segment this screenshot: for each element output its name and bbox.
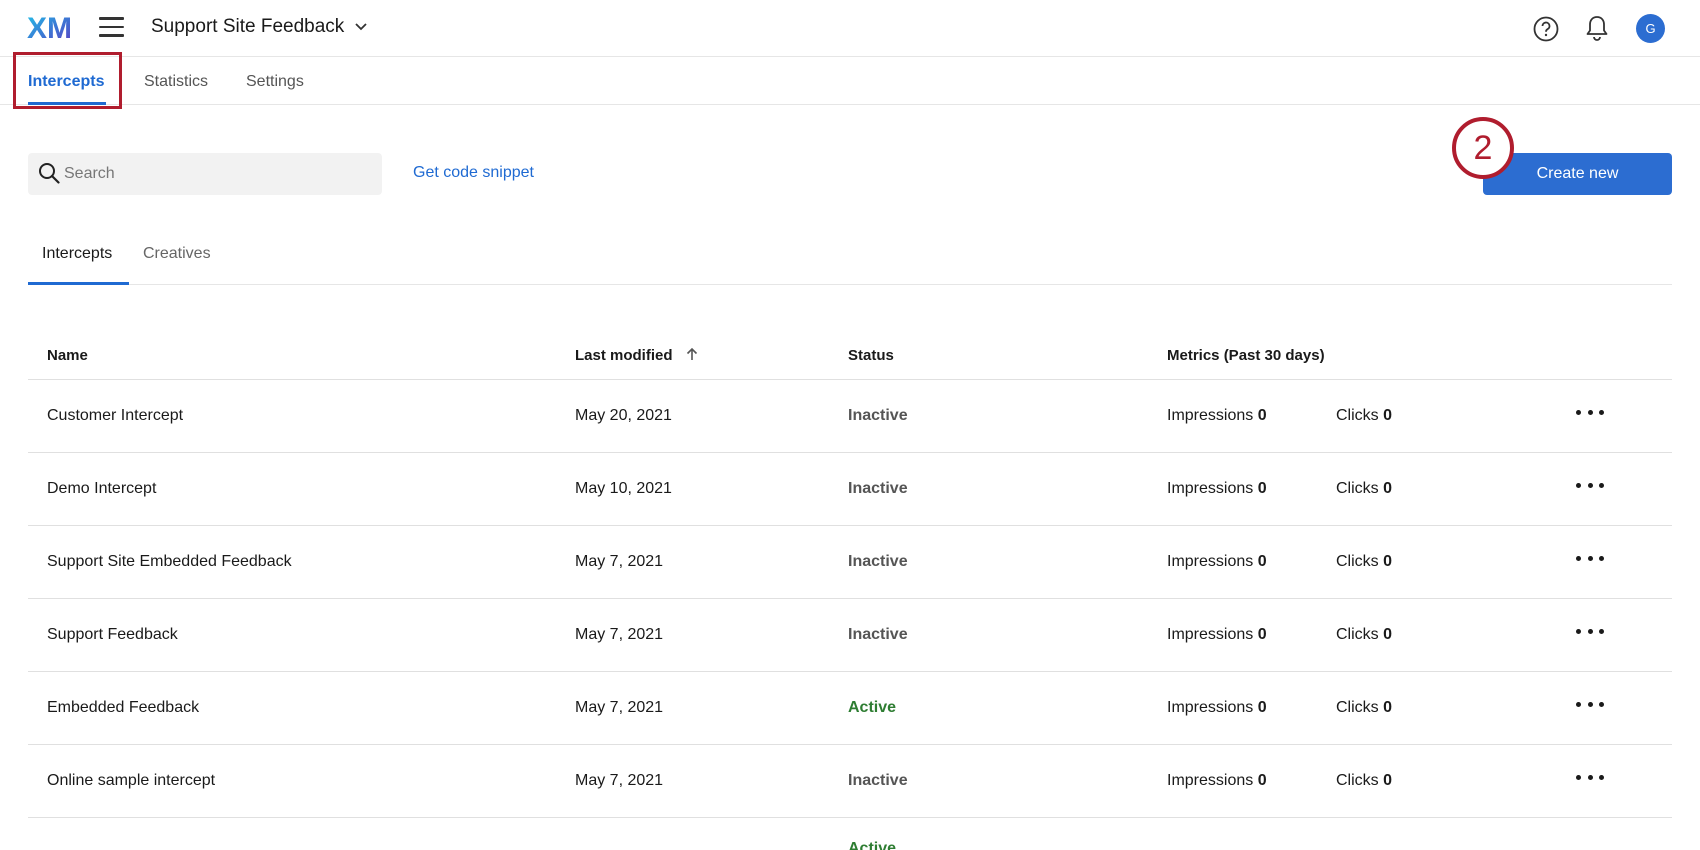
row-name[interactable]: Embedded Feedback xyxy=(47,699,199,717)
tab-statistics[interactable]: Statistics xyxy=(144,73,208,91)
table-row[interactable]: Embedded Feedback May 7, 2021 Active Imp… xyxy=(28,672,1672,745)
header-metrics: Metrics (Past 30 days) xyxy=(1167,347,1325,364)
table-row[interactable]: Demo Intercept May 10, 2021 Inactive Imp… xyxy=(28,453,1672,526)
header-name[interactable]: Name xyxy=(47,347,88,364)
table-header: Name Last modified Status Metrics (Past … xyxy=(28,330,1672,380)
row-date: May 7, 2021 xyxy=(575,772,664,789)
impressions-metric: Impressions 0 xyxy=(1167,772,1267,789)
impressions-metric: Impressions 0 xyxy=(1167,407,1267,424)
tutorial-step-badge: 2 xyxy=(1452,117,1514,179)
table-row[interactable]: Online sample intercept May 7, 2021 Inac… xyxy=(28,745,1672,818)
row-date: May 20, 2021 xyxy=(575,407,672,424)
menu-icon[interactable] xyxy=(99,17,124,39)
more-options-icon[interactable] xyxy=(1576,402,1604,422)
row-date: May 10, 2021 xyxy=(575,480,672,497)
header-last-modified[interactable]: Last modified xyxy=(575,347,699,364)
tutorial-highlight-box xyxy=(13,52,122,109)
status-badge: Inactive xyxy=(848,626,908,643)
status-badge: Inactive xyxy=(848,407,908,424)
status-badge: Inactive xyxy=(848,553,908,570)
impressions-metric: Impressions 0 xyxy=(1167,553,1267,570)
more-options-icon[interactable] xyxy=(1576,475,1604,495)
search-box xyxy=(28,153,382,195)
clicks-metric: Clicks 0 xyxy=(1336,699,1393,716)
sort-ascending-icon xyxy=(686,347,697,360)
status-badge: Inactive xyxy=(848,480,908,497)
clicks-metric: Clicks 0 xyxy=(1336,626,1393,643)
table-row[interactable]: Support Feedback May 7, 2021 Inactive Im… xyxy=(28,599,1672,672)
row-name[interactable]: Support Site Embedded Feedback xyxy=(47,553,292,571)
impressions-metric: Impressions 0 xyxy=(1167,699,1267,716)
get-code-snippet-link[interactable]: Get code snippet xyxy=(413,164,534,182)
status-badge: Active xyxy=(848,840,897,850)
more-options-icon[interactable] xyxy=(1576,548,1604,568)
tab-settings[interactable]: Settings xyxy=(246,73,304,91)
table-row[interactable]: Active xyxy=(28,818,1672,850)
active-subtab-indicator xyxy=(28,282,129,285)
sub-tabs: Intercepts Creatives xyxy=(28,230,1672,285)
project-name: Support Site Feedback xyxy=(151,16,345,37)
help-icon[interactable] xyxy=(1533,16,1559,42)
svg-text:XM: XM xyxy=(27,12,72,44)
chevron-down-icon xyxy=(355,23,367,31)
intercepts-table: Name Last modified Status Metrics (Past … xyxy=(28,330,1672,850)
status-badge: Inactive xyxy=(848,772,908,789)
row-name[interactable]: Support Feedback xyxy=(47,626,178,644)
row-date: May 7, 2021 xyxy=(575,626,664,643)
row-name[interactable]: Online sample intercept xyxy=(47,772,215,790)
subtab-intercepts[interactable]: Intercepts xyxy=(42,245,112,263)
user-avatar[interactable]: G xyxy=(1636,14,1665,43)
more-options-icon[interactable] xyxy=(1576,767,1604,787)
notification-bell-icon[interactable] xyxy=(1585,15,1609,42)
xm-logo-icon[interactable]: XM xyxy=(27,12,73,44)
row-date: May 7, 2021 xyxy=(575,553,664,570)
row-name[interactable]: Customer Intercept xyxy=(47,407,183,425)
table-row[interactable]: Support Site Embedded Feedback May 7, 20… xyxy=(28,526,1672,599)
header-last-modified-label: Last modified xyxy=(575,347,673,364)
impressions-metric: Impressions 0 xyxy=(1167,626,1267,643)
table-row[interactable]: Customer Intercept May 20, 2021 Inactive… xyxy=(28,380,1672,453)
clicks-metric: Clicks 0 xyxy=(1336,553,1393,570)
clicks-metric: Clicks 0 xyxy=(1336,772,1393,789)
impressions-metric: Impressions 0 xyxy=(1167,480,1267,497)
row-name[interactable]: Demo Intercept xyxy=(47,480,156,498)
more-options-icon[interactable] xyxy=(1576,621,1604,641)
search-icon xyxy=(39,163,60,184)
clicks-metric: Clicks 0 xyxy=(1336,480,1393,497)
row-date: May 7, 2021 xyxy=(575,699,664,716)
search-input[interactable] xyxy=(64,153,374,195)
top-bar: XM Support Site Feedback G xyxy=(0,0,1700,57)
status-badge: Active xyxy=(848,699,897,716)
project-selector[interactable]: Support Site Feedback xyxy=(151,16,368,38)
header-status[interactable]: Status xyxy=(848,347,894,364)
subtab-creatives[interactable]: Creatives xyxy=(143,245,211,263)
clicks-metric: Clicks 0 xyxy=(1336,407,1393,424)
main-tabs: Intercepts Statistics Settings xyxy=(0,57,1700,105)
more-options-icon[interactable] xyxy=(1576,694,1604,714)
